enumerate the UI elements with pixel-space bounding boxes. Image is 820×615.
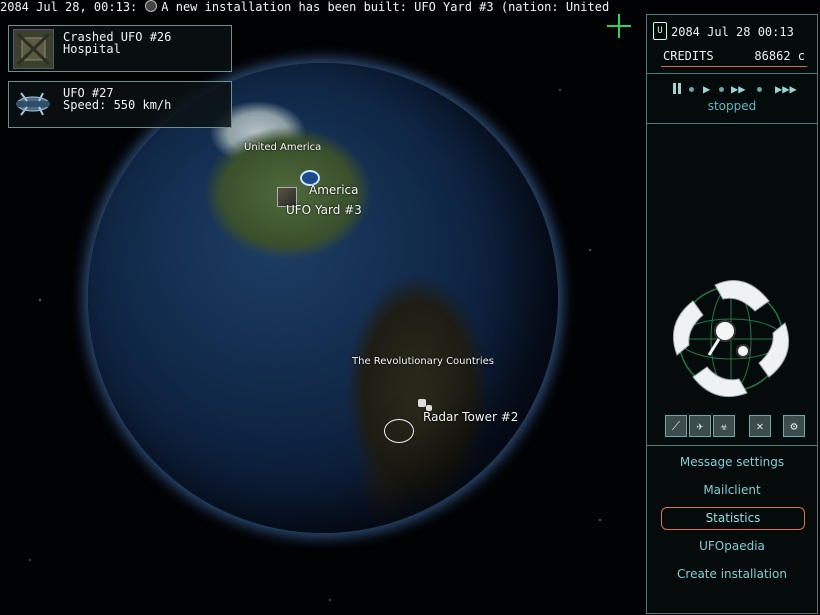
menu-mailclient[interactable]: Mailclient [661,479,803,501]
crashed-ufo-location: Hospital [63,42,121,56]
menu-ufopaedia[interactable]: UFOpaedia [661,535,803,557]
pause-icon[interactable] [673,83,676,94]
earth-globe[interactable] [88,63,558,533]
ufo-speed: Speed: 550 km/h [63,98,172,112]
panel-divider [647,445,817,446]
speed-step-icon[interactable] [719,87,724,92]
ticker-message: A new installation has been built: UFO Y… [161,0,610,14]
radar-tower-icon[interactable] [418,399,426,407]
menu-message-settings[interactable]: Message settings [661,451,803,473]
nation-label-revolutionary: The Revolutionary Countries [352,356,495,367]
radar-range-ring [384,419,414,443]
right-panel: U 2084 Jul 28 00:13 CREDITS 86862 c ▶ ▶▶… [646,14,818,614]
ufo-icon [13,85,52,123]
speed-step-icon[interactable] [689,87,694,92]
menu-statistics[interactable]: Statistics [661,507,805,530]
ufo-logo-icon: U [653,22,667,40]
panel-divider [647,123,817,124]
credits-underline [661,66,807,67]
time-controls: ▶ ▶▶ ▶▶▶ [671,82,801,96]
crashed-ufo-icon [13,29,54,69]
news-ticker[interactable]: 2084 Jul 28, 00:13: A new installation ha… [0,0,646,14]
crosshair-icon [607,14,631,38]
credits-value: 86862 c [754,49,805,63]
message-icon [145,0,158,12]
ufo-yard-label[interactable]: UFO Yard #3 [286,203,362,217]
panel-date: 2084 Jul 28 00:13 [671,25,794,39]
nation-label-united-america: United America [244,142,322,153]
settings-gear-icon[interactable]: ⚙ [783,415,805,437]
radar-tower-label[interactable]: Radar Tower #2 [423,410,518,424]
biohazard-button[interactable]: ☣ [713,415,735,437]
panel-divider [647,73,817,74]
fast-forward-icon[interactable]: ▶▶ [731,82,745,96]
center-view-button[interactable]: ✕ [749,415,771,437]
crashed-ufo-card[interactable]: Crashed UFO #26 Hospital [8,25,232,72]
base-label-america[interactable]: America [309,183,359,197]
credits-label: CREDITS [663,49,714,63]
speed-step-icon[interactable] [757,87,762,92]
ticker-timestamp: 2084 Jul 28, 00:13: [0,0,138,14]
intercept-button[interactable]: ⟋ [665,415,687,437]
ufo-card[interactable]: UFO #27 Speed: 550 km/h [8,81,232,128]
time-status: stopped [707,99,757,113]
fastest-forward-icon[interactable]: ▶▶▶ [775,82,797,96]
globe-rotation-control[interactable] [665,273,797,405]
aircraft-button[interactable]: ✈ [689,415,711,437]
credits-row: CREDITS 86862 c [663,49,805,63]
play-icon[interactable]: ▶ [703,82,710,96]
menu-create-installation[interactable]: Create installation [661,563,803,585]
